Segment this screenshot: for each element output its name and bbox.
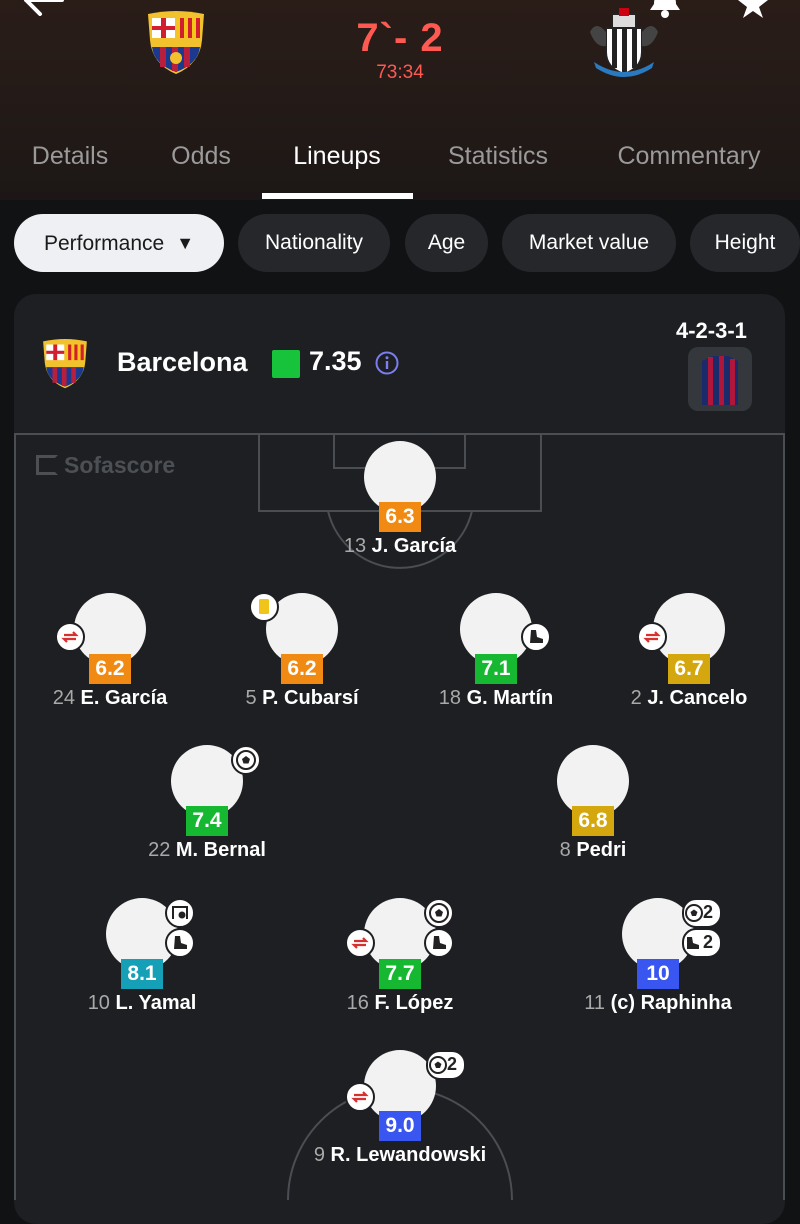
substitution-icon <box>637 622 667 652</box>
goals-count-icon: 2 <box>426 1050 466 1080</box>
tab-lineups[interactable]: Lineups <box>293 142 381 171</box>
sofascore-watermark: Sofascore <box>36 452 175 479</box>
player-rating: 6.2 <box>281 654 323 684</box>
player-number: 11 <box>584 992 606 1014</box>
tab-commentary[interactable]: Commentary <box>617 142 760 171</box>
player-rating: 6.7 <box>668 654 710 684</box>
player-name-label: 8 Pedri <box>443 839 743 862</box>
performance-chip-label: Performance <box>43 232 165 255</box>
player-name: R. Lewandowski <box>330 1144 487 1166</box>
player-name-label: 9 R. Lewandowski <box>250 1144 550 1167</box>
sofascore-logo-icon <box>36 455 58 475</box>
back-arrow-icon[interactable] <box>22 0 68 16</box>
active-tab-indicator <box>262 193 413 199</box>
team-average-rating: 7.35 <box>309 346 362 376</box>
player-name: M. Bernal <box>175 839 266 861</box>
assists-count-icon: 2 <box>682 928 722 958</box>
match-tabs: Details Odds Lineups Statistics Commenta… <box>0 130 800 200</box>
goal-ball-icon <box>424 898 454 928</box>
filter-chips: Performance ▼ Nationality Age Market valu… <box>0 214 800 274</box>
team-formation: 4-2-3-1 <box>676 318 747 343</box>
match-header: 7`- 2 73:34 Details Odds Lineups Statist… <box>0 0 800 200</box>
player-rating: 10 <box>637 959 679 989</box>
favorite-star-icon[interactable] <box>736 0 770 18</box>
market-value-chip[interactable]: Market value <box>502 214 676 272</box>
player-name-label: 13 J. García <box>250 535 550 558</box>
tab-odds[interactable]: Odds <box>171 142 231 171</box>
newcastle-crest-icon[interactable] <box>586 6 662 80</box>
jersey-icon <box>702 356 738 405</box>
player-rating: 9.0 <box>379 1111 421 1141</box>
sofascore-wordmark: Sofascore <box>64 452 176 478</box>
player-number: 8 <box>559 839 571 861</box>
player-number: 22 <box>148 839 171 861</box>
player-number: 10 <box>87 992 110 1014</box>
player-name: J. García <box>371 535 457 557</box>
player-number: 18 <box>438 687 461 709</box>
player-name: J. Cancelo <box>647 687 748 709</box>
player-number: 9 <box>313 1144 325 1166</box>
player-name: Pedri <box>576 839 627 861</box>
team-crest-icon <box>43 339 87 389</box>
player-name-label: 16 F. López <box>250 992 550 1015</box>
substitution-icon <box>55 622 85 652</box>
player-number: 13 <box>343 535 367 557</box>
match-clock: 73:34 <box>376 62 424 83</box>
assists-count: 2 <box>703 932 714 952</box>
player-rating: 7.1 <box>475 654 517 684</box>
player-number: 24 <box>52 687 75 709</box>
match-score: 7`- 2 <box>356 16 444 60</box>
player-name-label: 2 J. Cancelo <box>539 687 800 710</box>
player-rating: 8.1 <box>121 959 163 989</box>
height-chip[interactable]: Height <box>690 214 800 272</box>
assist-boot-icon <box>424 928 454 958</box>
player-number: 5 <box>245 687 257 709</box>
goals-count: 2 <box>703 902 714 922</box>
goals-count-icon: 2 <box>682 898 722 928</box>
player-name-label: 10 L. Yamal <box>0 992 292 1015</box>
player-name-label: 22 M. Bernal <box>57 839 357 862</box>
assist-boot-icon <box>521 622 551 652</box>
player-rating: 7.4 <box>186 806 228 836</box>
player-name: P. Cubarsí <box>262 687 359 709</box>
woodwork-icon <box>165 898 195 928</box>
player-name-label: 11 (c) Raphinha <box>508 992 800 1015</box>
tab-statistics[interactable]: Statistics <box>448 142 548 171</box>
team-rating-badge <box>272 350 300 378</box>
player-rating: 6.8 <box>572 806 614 836</box>
player-rating: 7.7 <box>379 959 421 989</box>
substitution-icon <box>345 1082 375 1112</box>
goals-count: 2 <box>447 1054 458 1074</box>
performance-chip[interactable]: Performance ▼ <box>14 214 224 272</box>
player-number: 16 <box>346 992 369 1014</box>
player-rating: 6.3 <box>379 502 421 532</box>
yellow-card-icon <box>249 592 279 622</box>
team-name[interactable]: Barcelona <box>117 347 248 378</box>
player-name: (c) Raphinha <box>610 992 732 1014</box>
player-name: L. Yamal <box>115 992 197 1014</box>
age-chip[interactable]: Age <box>405 214 488 272</box>
player-rating: 6.2 <box>89 654 131 684</box>
player-name: F. López <box>374 992 454 1014</box>
nationality-chip[interactable]: Nationality <box>238 214 390 272</box>
goal-ball-icon <box>231 745 261 775</box>
tab-details[interactable]: Details <box>32 142 108 171</box>
substitution-icon <box>345 928 375 958</box>
team-kit[interactable] <box>688 347 752 411</box>
player-number: 2 <box>630 687 642 709</box>
assist-boot-icon <box>165 928 195 958</box>
barcelona-crest-icon[interactable] <box>144 10 208 76</box>
info-icon[interactable] <box>375 351 399 375</box>
caret-down-icon: ▼ <box>176 233 195 253</box>
